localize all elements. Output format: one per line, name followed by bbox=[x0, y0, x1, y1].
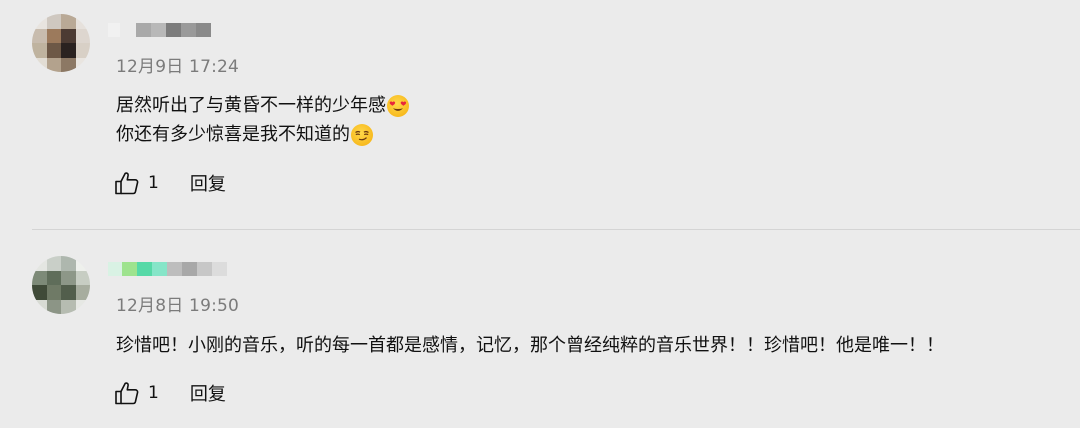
like-count: 1 bbox=[148, 383, 159, 403]
comment-line: 你还有多少惊喜是我不知道的 bbox=[116, 124, 350, 145]
comment-body: 居然听出了与黄昏不一样的少年感 你还有多少惊喜是我不知道的 bbox=[116, 91, 409, 149]
reply-button[interactable]: 回复 bbox=[190, 170, 226, 196]
avatar[interactable] bbox=[32, 256, 90, 314]
thumbs-up-icon[interactable] bbox=[114, 170, 140, 196]
username-blurred[interactable] bbox=[108, 262, 227, 276]
heart-eyes-emoji bbox=[387, 94, 409, 117]
comment-timestamp: 12月8日 19:50 bbox=[116, 296, 240, 316]
comment-timestamp: 12月9日 17:24 bbox=[116, 57, 240, 77]
reply-button[interactable]: 回复 bbox=[190, 380, 226, 406]
comment-line: 珍惜吧！小刚的音乐，听的每一首都是感情，记忆，那个曾经纯粹的音乐世界！！珍惜吧！… bbox=[116, 335, 944, 356]
avatar[interactable] bbox=[32, 14, 90, 72]
smirk-emoji bbox=[351, 123, 373, 146]
comment-actions: 1 回复 bbox=[114, 170, 226, 196]
like-count: 1 bbox=[148, 173, 159, 193]
comment-actions: 1 回复 bbox=[114, 380, 226, 406]
thumbs-up-icon[interactable] bbox=[114, 380, 140, 406]
comment-item: 12月9日 17:24 居然听出了与黄昏不一样的少年感 你还有多少惊喜是我不知道… bbox=[0, 0, 1080, 229]
username-blurred[interactable] bbox=[108, 23, 211, 37]
comment-line: 居然听出了与黄昏不一样的少年感 bbox=[116, 95, 386, 116]
comment-body: 珍惜吧！小刚的音乐，听的每一首都是感情，记忆，那个曾经纯粹的音乐世界！！珍惜吧！… bbox=[116, 331, 944, 360]
comment-item: 12月8日 19:50 珍惜吧！小刚的音乐，听的每一首都是感情，记忆，那个曾经纯… bbox=[0, 230, 1080, 428]
